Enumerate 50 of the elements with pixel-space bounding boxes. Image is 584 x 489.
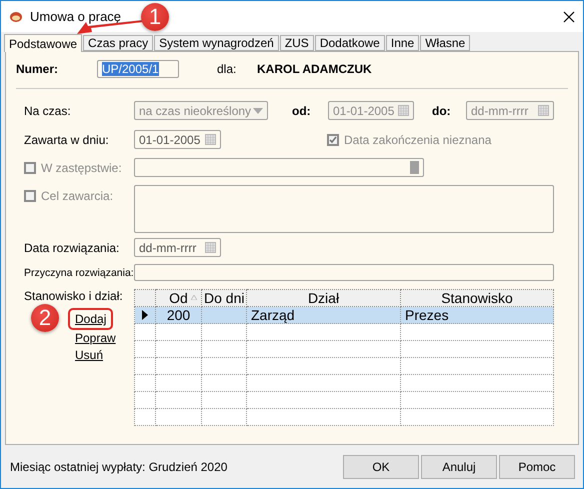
field-label: dla: (217, 62, 238, 76)
field-label: od: (292, 104, 312, 118)
tab[interactable]: Dodatkowe (314, 35, 385, 51)
action-link[interactable]: Popraw (75, 330, 116, 346)
tab[interactable]: Czas pracy (83, 35, 154, 51)
window-title: Umowa o pracę (30, 9, 122, 24)
tab[interactable]: Własne (420, 35, 470, 51)
tab[interactable]: Inne (386, 35, 420, 51)
calendar-icon[interactable] (205, 134, 216, 145)
field-label: do: (432, 104, 452, 118)
field-label: Data rozwiązania: (23, 240, 120, 254)
field-label: Przyczyna rozwiązania: (23, 266, 134, 278)
column-header[interactable]: Od (156, 290, 202, 306)
action-link[interactable]: Usuń (75, 346, 104, 363)
dropdown-arrow-icon (253, 108, 263, 114)
checkbox-label: W zastępstwie: (41, 160, 122, 174)
checkbox-label: Cel zawarcia: (41, 189, 114, 203)
current-row-icon (142, 310, 148, 320)
substitute-field[interactable] (134, 158, 424, 177)
dialog-button[interactable]: Anuluj (421, 454, 497, 478)
date-field[interactable]: 01-01-2005 (134, 130, 221, 149)
app-logo-icon (9, 10, 23, 22)
reason-field[interactable] (134, 264, 554, 281)
table-cell: 200 (156, 306, 202, 324)
date-field[interactable]: dd-mm-rrrr (134, 238, 221, 257)
field-label: Stanowisko i dział: (24, 289, 124, 303)
field-label: Numer: (15, 62, 60, 76)
text-area[interactable] (134, 185, 554, 233)
status-text: Miesiąc ostatniej wypłaty: Grudzień 2020 (10, 460, 228, 474)
column-header[interactable]: Dział (246, 290, 400, 306)
dialog-button[interactable]: OK (343, 454, 419, 478)
field-label: Zawarta w dniu: (23, 132, 110, 146)
table-cell: Zarząd (246, 306, 400, 324)
checkbox-label: Data zakończenia nieznana (344, 132, 492, 146)
employee-name: KAROL ADAMCZUK (257, 62, 372, 76)
column-header[interactable]: Do dni (202, 290, 246, 306)
tab[interactable]: Podstawowe (4, 34, 82, 52)
tab[interactable]: System wynagrodzeń (154, 35, 279, 51)
sort-icon (191, 295, 197, 300)
table-cell: Prezes (400, 306, 554, 324)
field-value: UP/2005/1 (102, 62, 159, 76)
column-header[interactable]: Stanowisko (400, 290, 554, 306)
field-label: Na czas: (23, 104, 72, 118)
tab[interactable]: ZUS (280, 35, 314, 51)
row-header-corner (134, 290, 156, 306)
highlighted-link[interactable]: Dodaj (68, 308, 114, 330)
number-field[interactable]: UP/2005/1 (97, 60, 179, 78)
close-icon[interactable] (563, 10, 575, 22)
dialog-button[interactable]: Pomoc (499, 454, 575, 478)
calendar-icon[interactable] (205, 242, 216, 253)
